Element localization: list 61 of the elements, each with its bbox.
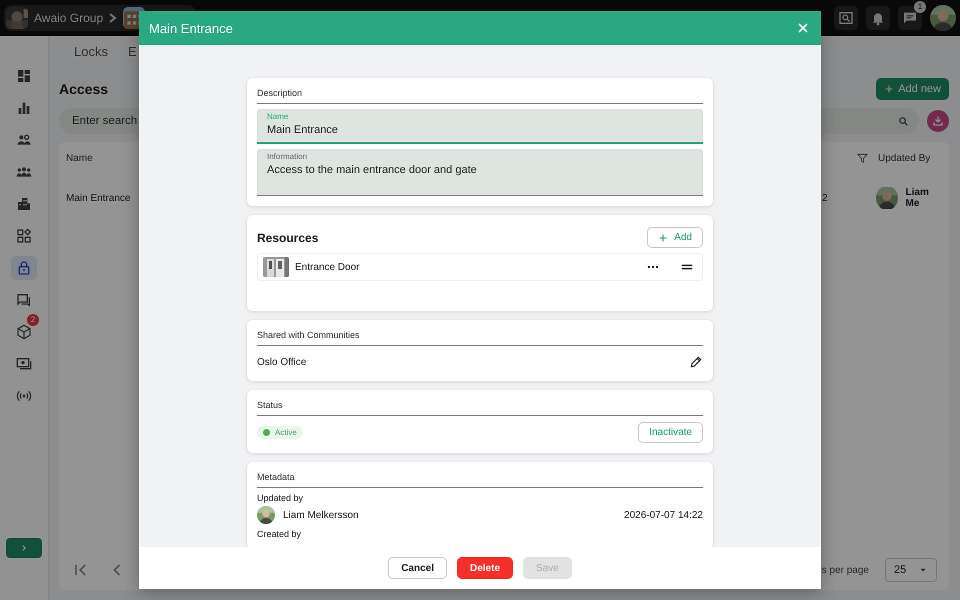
table-cell-text: Liam Me bbox=[906, 187, 930, 209]
count-badge: 2 bbox=[27, 314, 39, 326]
user-name: Liam Melkersson bbox=[283, 510, 360, 520]
avatar bbox=[876, 186, 898, 210]
tab[interactable]: E bbox=[128, 44, 137, 58]
chat-icon bbox=[16, 292, 32, 308]
search-icon bbox=[898, 116, 909, 127]
status-text: Active bbox=[275, 428, 297, 437]
resource-name: Entrance Door bbox=[295, 262, 360, 272]
rows-per-page-select[interactable]: 25 bbox=[885, 558, 937, 582]
download-icon bbox=[932, 115, 944, 127]
add-new-button[interactable]: Add new bbox=[876, 78, 949, 100]
pencil-icon bbox=[689, 355, 703, 369]
lock-icon bbox=[16, 260, 32, 276]
column-header: Updated By bbox=[878, 152, 930, 164]
section-label: Description bbox=[257, 88, 703, 104]
avatar bbox=[257, 506, 275, 524]
image-search-button[interactable] bbox=[834, 6, 858, 30]
add-button[interactable]: Add bbox=[647, 227, 703, 248]
input-field[interactable]: Information Access to the main entrance door and gate bbox=[257, 149, 703, 196]
timestamp: 2026-07-07 14:22 bbox=[624, 510, 703, 520]
expand-button[interactable] bbox=[6, 538, 42, 558]
dashboard-icon bbox=[16, 68, 32, 84]
sidebar-item[interactable] bbox=[11, 256, 37, 280]
delete-button[interactable]: Delete bbox=[456, 557, 513, 579]
field-label: Updated by bbox=[257, 493, 304, 503]
section-label: Status bbox=[257, 400, 703, 416]
plus-icon bbox=[884, 84, 894, 94]
tab[interactable]: Locks bbox=[74, 44, 108, 58]
breadcrumb-link[interactable]: Awaio Group bbox=[34, 11, 104, 25]
chat-icon bbox=[902, 10, 918, 26]
bar-chart-icon bbox=[16, 100, 32, 116]
dialog-title: Main Entrance bbox=[149, 20, 233, 36]
banknote-icon bbox=[16, 356, 32, 372]
download-button[interactable] bbox=[927, 110, 949, 132]
table-cell: 2 bbox=[822, 192, 828, 204]
cancel-button[interactable]: Cancel bbox=[388, 557, 447, 579]
section-title: Resources bbox=[257, 230, 318, 244]
chevron-icon bbox=[109, 13, 118, 23]
image-search-icon bbox=[838, 10, 854, 26]
plus-icon bbox=[658, 232, 668, 242]
rows-per-page-label: s per page bbox=[822, 564, 869, 576]
avatar bbox=[930, 5, 956, 31]
notification-badge: 1 bbox=[914, 1, 926, 13]
bell-button[interactable] bbox=[866, 6, 890, 30]
resource-row[interactable]: Entrance Door bbox=[257, 253, 703, 281]
edit-button[interactable] bbox=[689, 355, 703, 369]
table-cell: Main Entrance bbox=[66, 192, 130, 204]
field-label: Created by bbox=[257, 529, 302, 539]
input-field[interactable]: Name Main Entrance bbox=[257, 109, 703, 144]
section-label: Metadata bbox=[257, 472, 703, 488]
filter-icon bbox=[857, 152, 868, 164]
inactivate-button[interactable]: Inactivate bbox=[638, 422, 703, 443]
cube-icon bbox=[16, 324, 32, 340]
building-icon bbox=[16, 196, 32, 212]
apps-icon bbox=[16, 228, 32, 244]
signal-icon bbox=[16, 388, 32, 404]
page-title: Access bbox=[59, 81, 108, 97]
section-label: Shared with Communities bbox=[257, 330, 703, 346]
column-header: Name bbox=[66, 152, 93, 164]
community-name: Oslo Office bbox=[257, 356, 306, 368]
